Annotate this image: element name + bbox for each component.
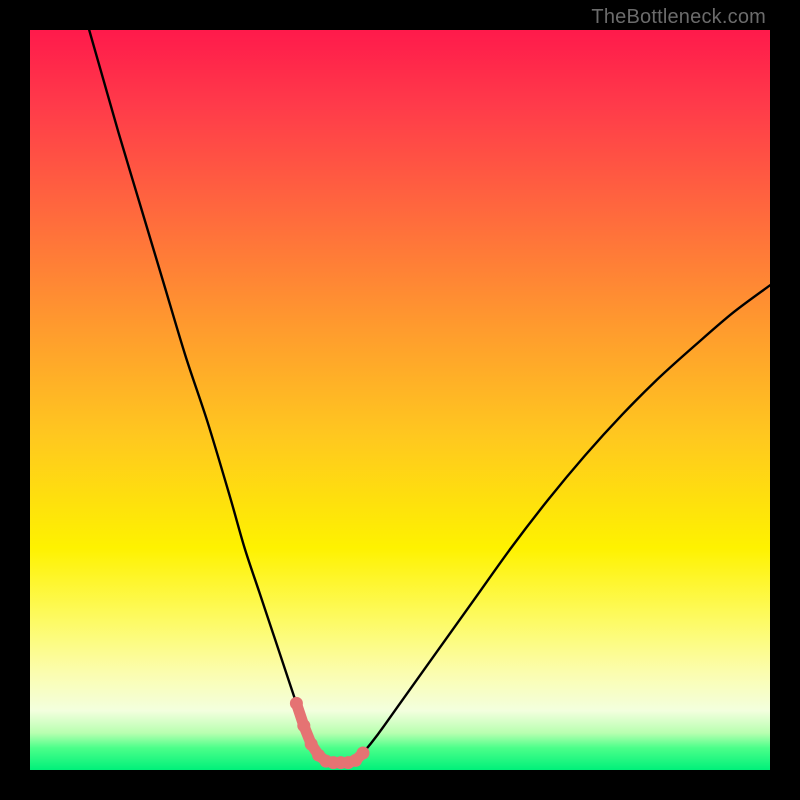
flat-bottom-dot [290,697,303,710]
flat-bottom-markers [290,697,370,769]
plot-area [30,30,770,770]
flat-bottom-dot [305,738,318,751]
flat-bottom-dot [297,719,310,732]
flat-bottom-dot [357,746,370,759]
flat-bottom-line [296,703,363,762]
bottleneck-curve-path [89,30,770,763]
bottleneck-curve-svg [30,30,770,770]
chart-frame: TheBottleneck.com [0,0,800,800]
watermark-text: TheBottleneck.com [591,6,766,29]
